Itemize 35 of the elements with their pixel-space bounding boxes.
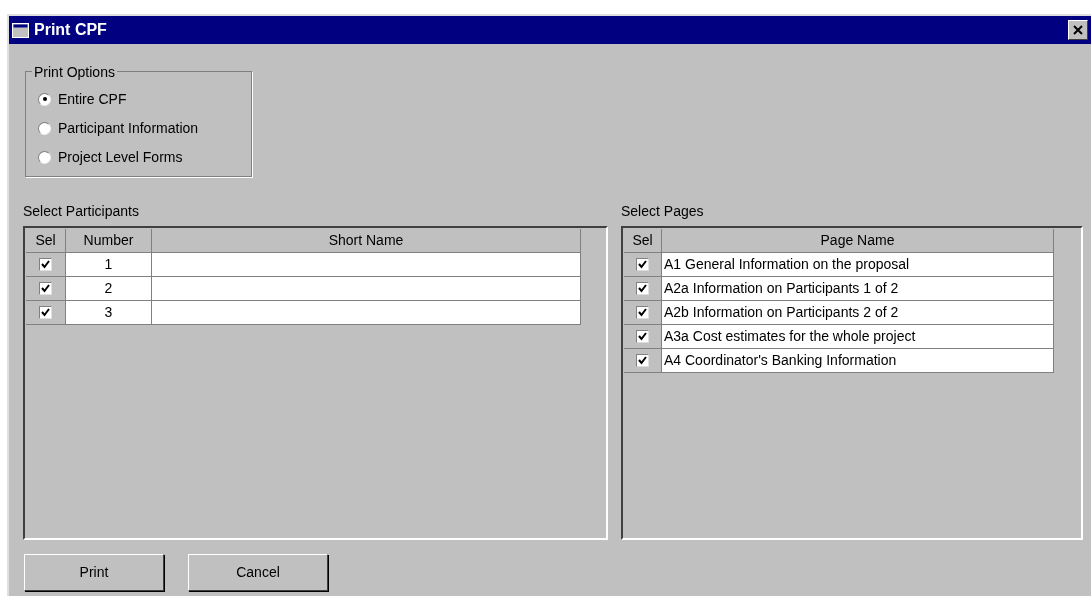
radio-button[interactable] [38,150,51,164]
table-cell: 1 [66,253,152,277]
radio-button[interactable] [38,121,51,135]
column-header[interactable]: Short Name [152,229,581,253]
checkbox[interactable] [636,258,649,271]
column-header[interactable]: Page Name [662,229,1054,253]
radio-button[interactable] [38,92,51,106]
table-cell: A1 General Information on the proposal [662,253,1054,277]
table-cell: 3 [66,301,152,325]
close-icon [1073,25,1083,35]
checkbox[interactable] [636,282,649,295]
window-icon [12,22,29,38]
window-title: Print CPF [34,20,107,40]
table-cell: A2a Information on Participants 1 of 2 [662,277,1054,301]
column-header[interactable]: Number [66,229,152,253]
checkbox[interactable] [39,282,52,295]
radio-label: Entire CPF [58,89,127,109]
column-header[interactable]: Sel [26,229,66,253]
radio-label: Project Level Forms [58,147,183,167]
checkbox[interactable] [636,354,649,367]
radio-label: Participant Information [58,118,199,138]
dialog-button[interactable]: Cancel [188,554,328,591]
table-cell: A3a Cost estimates for the whole project [662,325,1054,349]
dialog-button[interactable]: Print [24,554,164,591]
table-cell: A2b Information on Participants 2 of 2 [662,301,1054,325]
table-cell: 2 [66,277,152,301]
section-label: Select Participants [23,202,140,221]
checkbox[interactable] [39,258,52,271]
close-button[interactable] [1068,20,1088,40]
checkbox[interactable] [39,306,52,319]
checkbox[interactable] [636,330,649,343]
column-header[interactable]: Sel [624,229,662,253]
table-cell: A4 Coordinator's Banking Information [662,349,1054,373]
section-label: Select Pages [621,202,705,221]
checkbox[interactable] [636,306,649,319]
